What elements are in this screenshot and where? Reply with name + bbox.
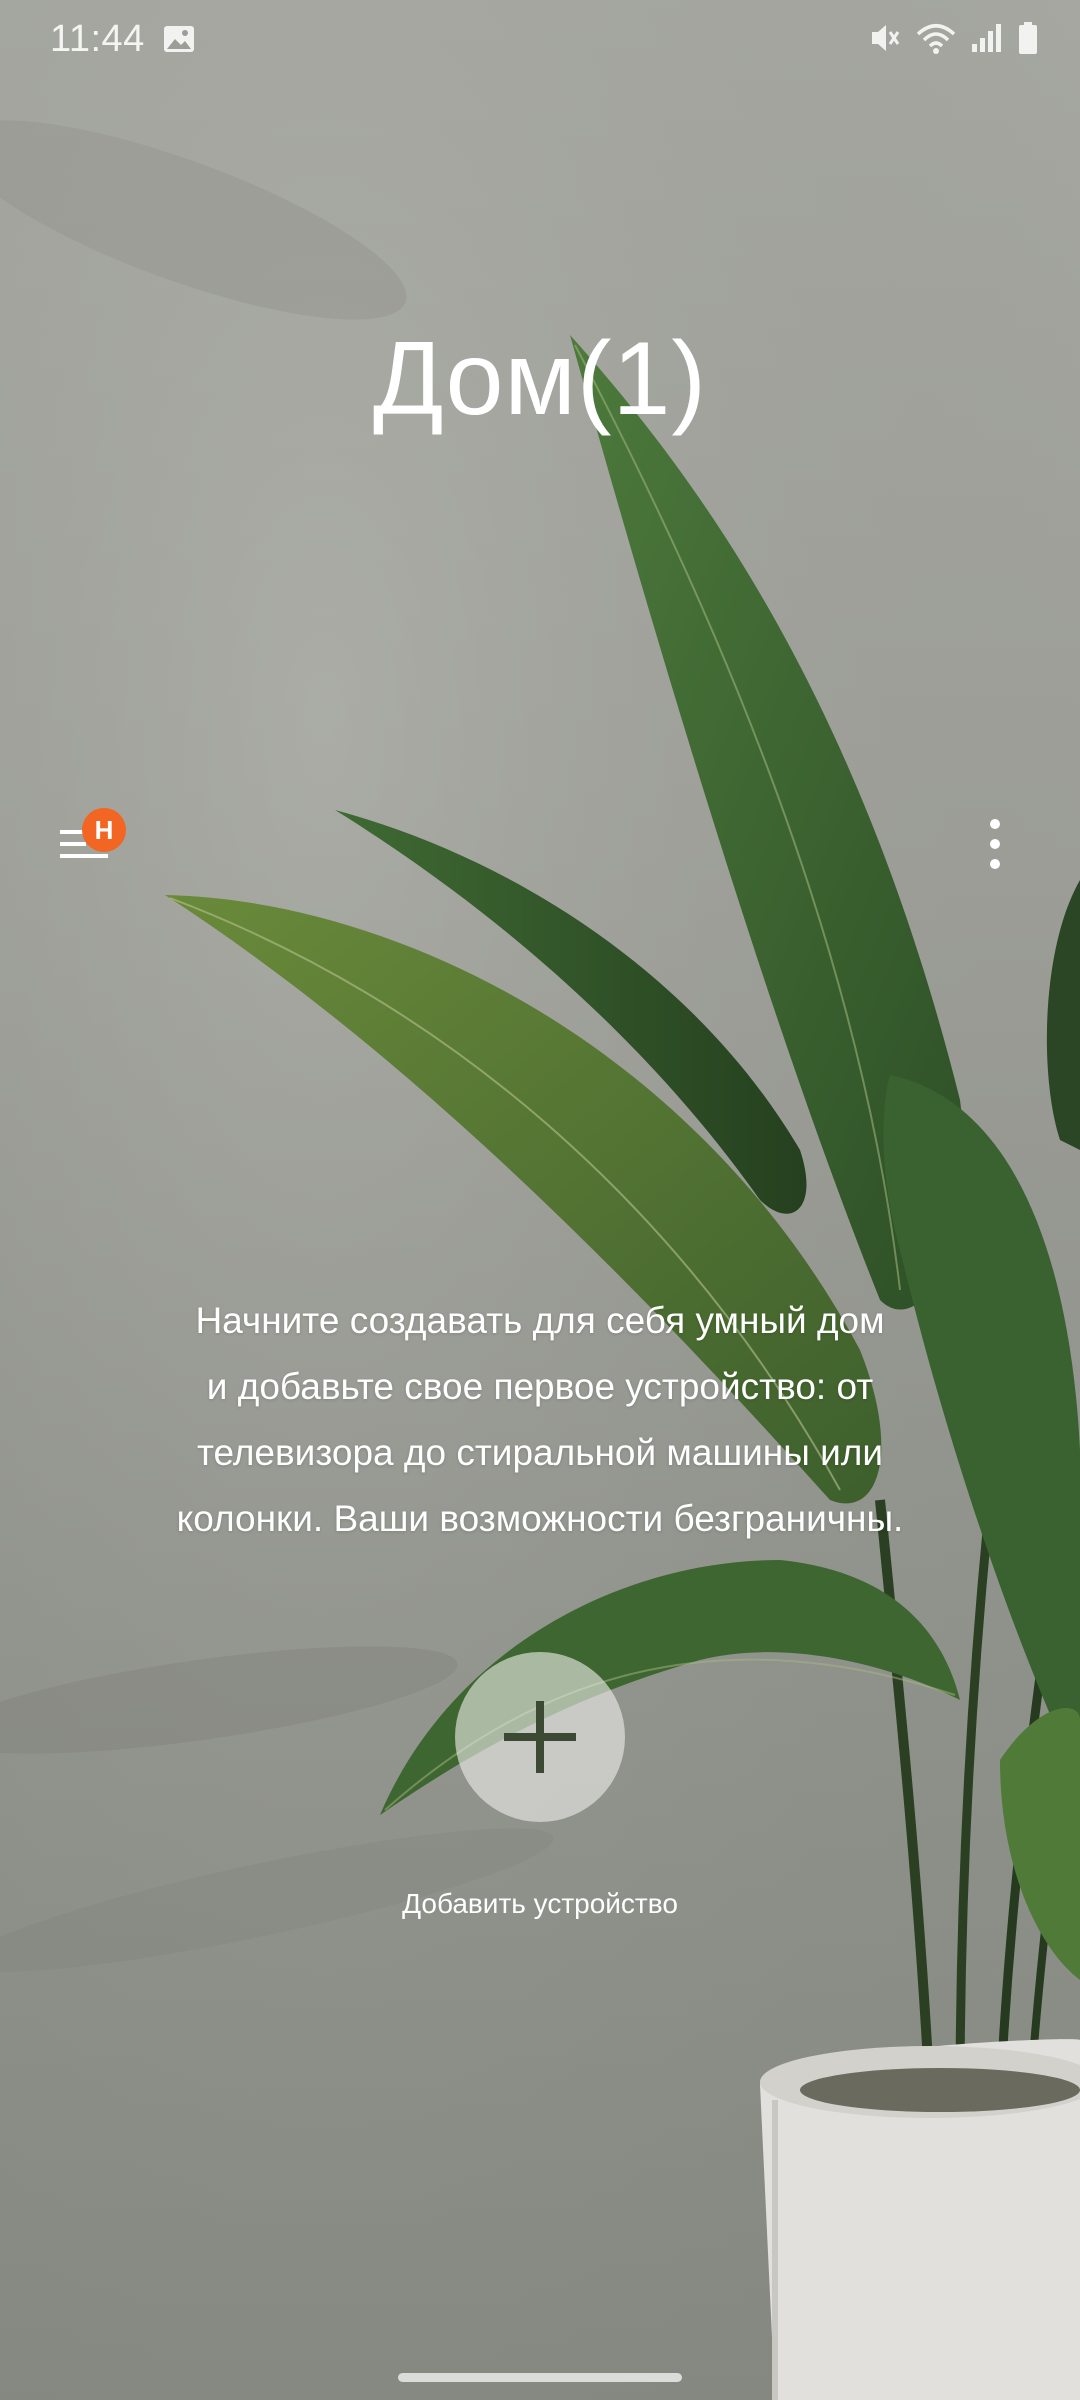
- smart-home-screen: 11:44 Дом(1) H Начните создавать для себ…: [0, 0, 1080, 2400]
- add-device-label[interactable]: Добавить устройство: [0, 1888, 1080, 1920]
- more-options-button[interactable]: [970, 812, 1020, 876]
- gesture-navigation-bar[interactable]: [398, 2373, 682, 2382]
- onboarding-line: телевизора до стиральной машины или: [196, 1432, 884, 1473]
- onboarding-line: Начните создавать для себя умный дом: [195, 1300, 885, 1341]
- status-icons: [866, 20, 1040, 56]
- status-bar: 11:44: [0, 0, 1080, 82]
- add-device-button[interactable]: [455, 1652, 625, 1822]
- notification-badge: H: [82, 808, 126, 852]
- wifi-icon: [916, 24, 956, 54]
- onboarding-line: колонки. Ваши возможности безграничны.: [176, 1498, 904, 1539]
- onboarding-message: Начните создавать для себя умный дом и д…: [80, 1288, 1000, 1552]
- cellular-signal-icon: [972, 24, 1001, 52]
- mute-vibrate-icon: [872, 25, 900, 51]
- home-title[interactable]: Дом(1): [0, 320, 1080, 439]
- more-vert-icon: [990, 819, 1000, 869]
- plus-icon: [504, 1701, 576, 1773]
- onboarding-line: и добавьте свое первое устройство: от: [206, 1366, 874, 1407]
- battery-icon: [1019, 22, 1037, 54]
- gallery-icon: [164, 26, 194, 52]
- status-time: 11:44: [50, 18, 145, 60]
